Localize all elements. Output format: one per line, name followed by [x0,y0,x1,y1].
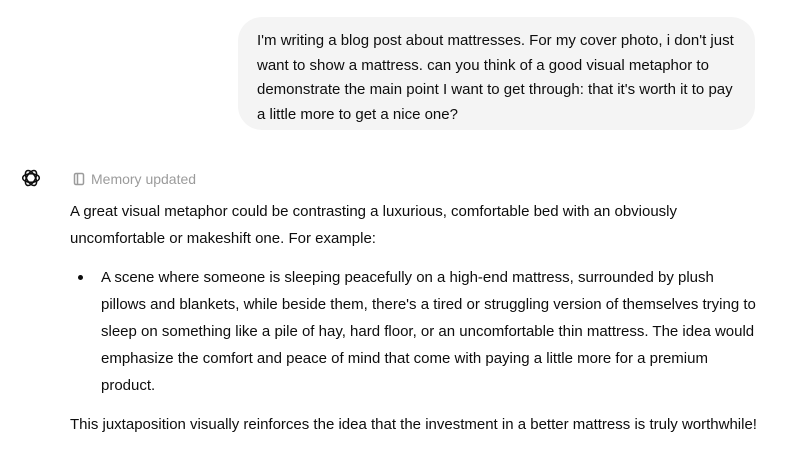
list-item: A scene where someone is sleeping peacef… [70,264,760,399]
user-message-bubble: I'm writing a blog post about mattresses… [238,17,755,130]
assistant-message: A great visual metaphor could be contras… [70,198,760,438]
bullet-dot [78,275,83,280]
assistant-intro-paragraph: A great visual metaphor could be contras… [70,203,678,247]
user-message-text: I'm writing a blog post about mattresses… [257,32,734,123]
assistant-bullet-list: A scene where someone is sleeping peacef… [70,264,760,399]
bullet-text: A scene where someone is sleeping peacef… [101,269,756,394]
memory-updated-label: Memory updated [91,171,197,187]
assistant-conclusion-paragraph: This juxtaposition visually reinforces t… [70,416,757,433]
memory-updated-indicator[interactable]: Memory updated [73,170,196,188]
memory-book-icon [73,172,86,186]
openai-logo-icon [20,167,42,189]
